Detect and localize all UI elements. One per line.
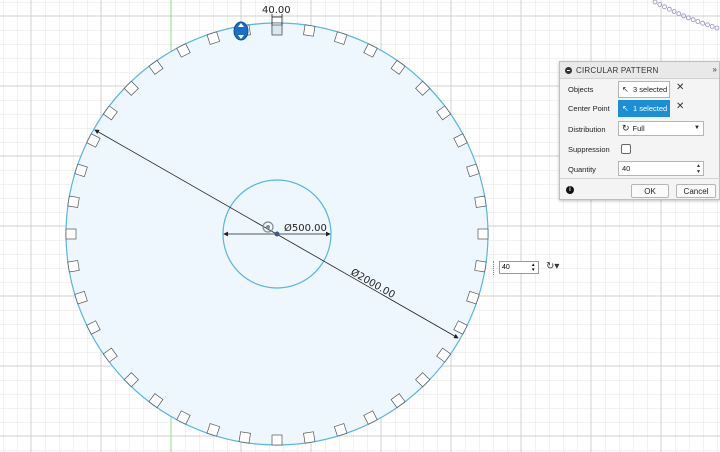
suppression-row: Suppression bbox=[560, 141, 720, 159]
origin-point[interactable] bbox=[274, 231, 280, 237]
center-point-select-button[interactable]: ↖ 1 selected bbox=[618, 100, 670, 117]
slot[interactable] bbox=[303, 24, 316, 37]
slot[interactable] bbox=[474, 195, 487, 208]
canvas-quantity-widget: 40 ▲ ▼ ↻▾ bbox=[493, 260, 573, 276]
distribution-label: Distribution bbox=[568, 125, 606, 134]
slot[interactable] bbox=[303, 431, 316, 444]
center-point-label: Center Point bbox=[568, 104, 610, 113]
slot[interactable] bbox=[477, 228, 489, 240]
slot[interactable] bbox=[65, 228, 77, 240]
circular-pattern-dialog: CIRCULAR PATTERN » Objects ↖ 3 selected … bbox=[559, 61, 720, 200]
objects-row: Objects ↖ 3 selected ✕ bbox=[560, 81, 720, 99]
rotate-handle[interactable] bbox=[233, 21, 249, 41]
drag-grip[interactable] bbox=[493, 261, 498, 275]
caret-down-icon: ▼ bbox=[694, 125, 700, 131]
slot[interactable] bbox=[271, 434, 283, 446]
canvas-quantity-value: 40 bbox=[502, 264, 510, 271]
slot-width-dimension[interactable]: 40.00 bbox=[262, 5, 291, 16]
slot[interactable] bbox=[238, 431, 251, 444]
full-circle-icon: ↻ bbox=[622, 123, 630, 133]
center-point-value: 1 selected bbox=[633, 104, 668, 113]
footer-divider bbox=[560, 178, 720, 179]
dialog-header[interactable]: CIRCULAR PATTERN » bbox=[560, 62, 719, 79]
dialog-title: CIRCULAR PATTERN bbox=[576, 65, 659, 75]
suppression-label: Suppression bbox=[568, 145, 610, 154]
cancel-button[interactable]: Cancel bbox=[676, 184, 716, 198]
quantity-label: Quantity bbox=[568, 165, 596, 174]
double-chevron-right-icon[interactable]: » bbox=[713, 65, 717, 74]
slot[interactable] bbox=[474, 260, 487, 273]
cursor-icon: ↖ bbox=[622, 85, 629, 94]
distribution-row: Distribution ↻ Full ▼ bbox=[560, 121, 720, 139]
inner-dimension-label[interactable]: Ø500.00 bbox=[284, 222, 327, 234]
quantity-input[interactable]: 40 ▲ ▼ bbox=[618, 161, 704, 176]
distribution-value: Full bbox=[632, 124, 645, 133]
quantity-stepper[interactable]: ▲ ▼ bbox=[696, 163, 701, 175]
center-point-dot bbox=[266, 225, 270, 229]
selected-slot[interactable] bbox=[271, 24, 283, 36]
objects-label: Objects bbox=[568, 85, 594, 94]
suppression-checkbox[interactable] bbox=[621, 144, 631, 154]
cursor-icon: ↖ bbox=[622, 104, 629, 113]
clear-center-point-icon[interactable]: ✕ bbox=[676, 101, 684, 112]
slot[interactable] bbox=[67, 260, 80, 273]
clear-objects-icon[interactable]: ✕ bbox=[676, 82, 684, 93]
center-point-row: Center Point ↖ 1 selected ✕ bbox=[560, 100, 720, 118]
distribution-dropdown[interactable]: ↻ Full ▼ bbox=[618, 121, 704, 136]
ok-button[interactable]: OK bbox=[631, 184, 669, 198]
quantity-value: 40 bbox=[622, 164, 631, 173]
canvas-quantity-stepper[interactable]: ▲ ▼ bbox=[531, 262, 535, 272]
quantity-row: Quantity 40 ▲ ▼ bbox=[560, 161, 720, 179]
info-icon[interactable]: i bbox=[566, 186, 574, 194]
collapse-icon[interactable] bbox=[565, 66, 572, 74]
objects-value: 3 selected bbox=[633, 85, 668, 94]
slot[interactable] bbox=[67, 195, 80, 208]
objects-select-button[interactable]: ↖ 3 selected bbox=[618, 81, 670, 98]
distribution-type-icon[interactable]: ↻▾ bbox=[546, 261, 559, 272]
